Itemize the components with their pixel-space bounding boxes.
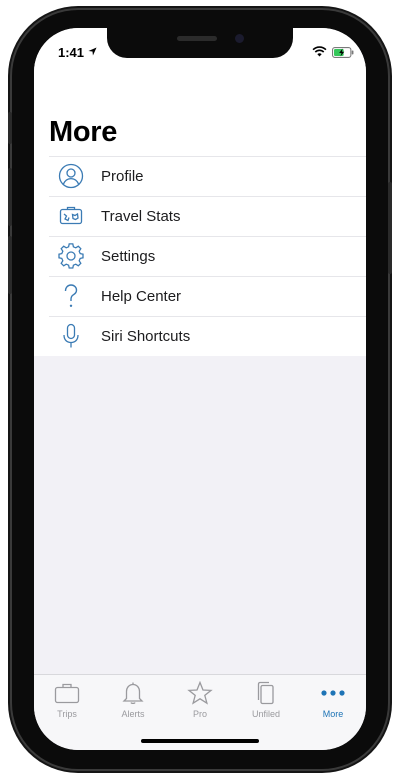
menu-item-label: Travel Stats: [101, 208, 181, 225]
notch: [107, 28, 293, 58]
page-title: More: [49, 116, 118, 148]
tab-more[interactable]: More: [300, 681, 366, 723]
documents-icon: [257, 681, 274, 705]
tab-label: Alerts: [121, 709, 145, 719]
tab-bar: Trips Alerts Pro Unfiled More: [34, 674, 366, 750]
tab-label: Pro: [192, 709, 207, 719]
menu-item-profile[interactable]: Profile: [34, 156, 366, 196]
menu-item-label: Help Center: [101, 288, 182, 305]
speaker: [177, 36, 217, 41]
tab-trips[interactable]: Trips: [34, 681, 100, 723]
front-camera: [235, 34, 244, 43]
volume-down-button: [8, 236, 12, 294]
profile-icon: [58, 163, 84, 189]
menu-item-siri-shortcuts[interactable]: Siri Shortcuts: [34, 316, 366, 356]
volume-up-button: [8, 168, 12, 226]
wifi-icon: [312, 46, 327, 57]
page-header: More: [34, 74, 366, 156]
tab-label: Unfiled: [251, 709, 280, 719]
question-icon: [64, 284, 78, 307]
menu-item-label: Siri Shortcuts: [101, 328, 191, 345]
tab-label: More: [322, 709, 344, 719]
travel-stats-icon: [59, 206, 83, 225]
microphone-icon: [63, 323, 79, 348]
menu-item-help-center[interactable]: Help Center: [34, 276, 366, 316]
menu-item-settings[interactable]: Settings: [34, 236, 366, 276]
gear-icon: [58, 243, 84, 269]
mute-switch: [8, 112, 12, 144]
screen: 1:41 More Profile Travel Stats Settings …: [34, 28, 366, 750]
home-indicator[interactable]: [141, 739, 259, 743]
star-icon: [187, 681, 213, 705]
menu-item-label: Settings: [101, 248, 156, 265]
tab-alerts[interactable]: Alerts: [100, 681, 166, 723]
menu-item-label: Profile: [101, 168, 144, 185]
briefcase-icon: [54, 683, 80, 704]
tab-label: Trips: [57, 709, 77, 719]
location-arrow-icon: [88, 47, 97, 56]
tab-pro[interactable]: Pro: [167, 681, 233, 723]
tab-unfiled[interactable]: Unfiled: [233, 681, 299, 723]
side-button: [388, 182, 392, 274]
bell-icon: [122, 682, 144, 705]
menu-item-travel-stats[interactable]: Travel Stats: [34, 196, 366, 236]
status-time: 1:41: [58, 45, 85, 60]
more-menu: Profile Travel Stats Settings Help Cente…: [34, 156, 366, 356]
more-dots-icon: [321, 690, 345, 696]
battery-charging-icon: [332, 47, 354, 58]
